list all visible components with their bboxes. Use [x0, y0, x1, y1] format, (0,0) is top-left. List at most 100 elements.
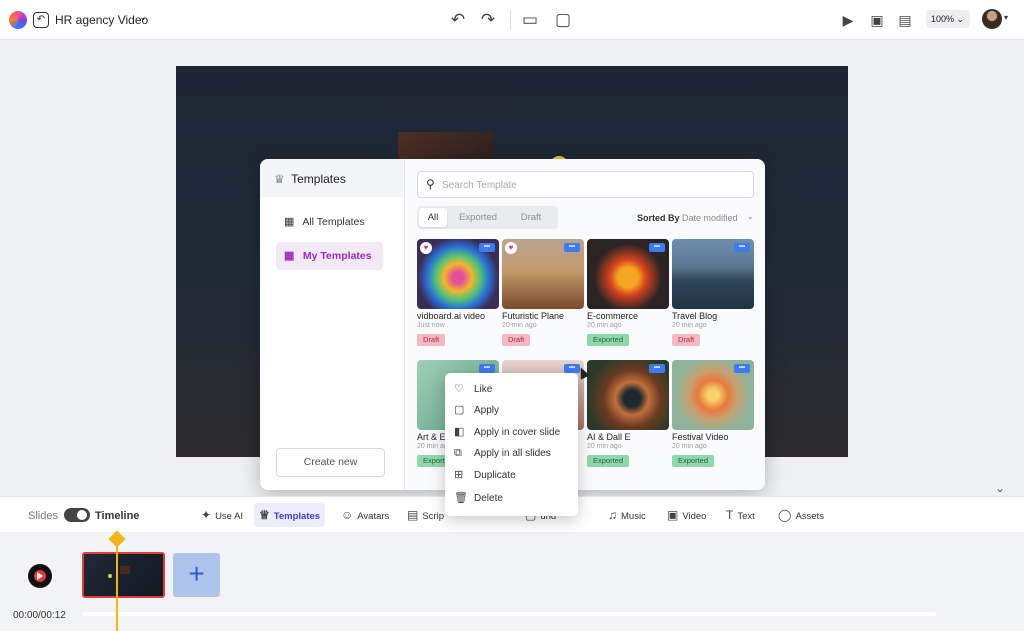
heart-outline-icon: ♡ — [454, 383, 464, 395]
create-new-button[interactable]: Create new — [276, 448, 385, 477]
template-card[interactable]: ♥ ••• Futuristic Plane 20 min ago Draft — [502, 239, 584, 347]
crown-icon: ♕ — [274, 172, 285, 186]
template-card[interactable]: ••• AI & Dall E 20 min ago Exported — [587, 360, 669, 468]
template-thumbnail[interactable]: ♥ ••• — [502, 239, 584, 309]
assets-icon: ◯ — [778, 508, 792, 522]
timeline-scrubber[interactable] — [82, 612, 936, 616]
tool-music[interactable]: ♫ Music — [603, 503, 651, 527]
search-box[interactable]: ⚲ — [417, 171, 754, 198]
more-options-icon[interactable]: ••• — [734, 243, 750, 252]
tool-templates[interactable]: ♕ Templates — [254, 503, 326, 527]
search-icon: ⚲ — [426, 177, 435, 191]
tab-exported[interactable]: Exported — [451, 208, 505, 227]
all-slides-icon: ⧉ — [454, 447, 462, 459]
timeline-clip[interactable] — [82, 552, 165, 598]
more-options-icon[interactable]: ••• — [649, 364, 665, 373]
top-bar: ↶ HR agency Video ⌄ ↶ ↷ ▭ ▢ ▶ ▣ ▤ 100% ⌄… — [0, 0, 1024, 40]
time-display: 00:00/00:12 — [13, 610, 66, 621]
template-card[interactable]: ♥ ••• vidboard.ai video Just now Draft — [417, 239, 499, 347]
tool-avatars[interactable]: ☺ Avatars — [336, 503, 394, 527]
render-icon[interactable]: ▣ — [867, 10, 887, 30]
template-card[interactable]: ••• Travel Blog 20 min ago Draft — [672, 239, 754, 347]
template-card[interactable]: ••• E-commerce 20 min ago Exported — [587, 239, 669, 347]
menu-item-duplicate[interactable]: ⊞ Duplicate — [454, 465, 516, 485]
template-context-menu: ♡ Like ▢ Apply ◧ Apply in cover slide ⧉ Appl… — [445, 373, 578, 516]
avatar[interactable] — [982, 9, 1002, 29]
project-title[interactable]: HR agency Video — [55, 13, 148, 27]
chevron-down-icon[interactable]: ⌄ — [139, 12, 147, 23]
heart-icon[interactable]: ♥ — [505, 242, 517, 254]
more-options-icon[interactable]: ••• — [479, 364, 495, 373]
modal-header: ♕ Templates — [260, 159, 404, 197]
chevron-down-icon[interactable]: ⌄ — [988, 478, 1012, 498]
side-item-my-templates[interactable]: ▦ My Templates — [276, 242, 383, 270]
search-input[interactable] — [442, 177, 742, 193]
zoom-select[interactable]: 100% ⌄ — [926, 10, 970, 28]
tool-use-ai[interactable]: ✦ Use AI — [196, 503, 248, 527]
template-thumbnail[interactable]: ••• — [587, 239, 669, 309]
script-icon: ▤ — [407, 508, 419, 522]
divider — [510, 10, 511, 30]
cover-slide-icon: ◧ — [454, 426, 465, 438]
crown-icon: ♕ — [259, 508, 270, 522]
more-options-icon[interactable]: ••• — [564, 243, 580, 252]
more-options-icon[interactable]: ••• — [734, 364, 750, 373]
preview-play-icon[interactable]: ▶ — [838, 10, 858, 30]
video-icon: ▣ — [667, 508, 679, 522]
sparkle-icon: ✦ — [201, 508, 212, 522]
template-thumbnail[interactable]: ••• — [672, 239, 754, 309]
redo-icon[interactable]: ↷ — [478, 10, 498, 30]
music-icon: ♫ — [608, 508, 617, 522]
view-toggle[interactable] — [64, 508, 90, 522]
menu-item-delete[interactable]: 🗑 Delete — [454, 488, 503, 508]
more-options-icon[interactable]: ••• — [479, 243, 495, 252]
template-thumbnail[interactable]: ♥ ••• — [417, 239, 499, 309]
timeline-label[interactable]: Timeline — [95, 510, 139, 522]
grid-icon: ▦ — [284, 216, 295, 228]
status-badge: Draft — [502, 334, 531, 346]
my-templates-icon: ▦ — [284, 250, 295, 262]
play-icon[interactable] — [37, 572, 43, 580]
clip-thumbnail-object — [120, 566, 130, 574]
desktop-view-icon[interactable]: ▭ — [520, 10, 540, 30]
template-card[interactable]: ••• Festival Video 20 min ago Exported — [672, 360, 754, 468]
templates-sidebar: ♕ Templates ▦ All Templates ▦ My Templat… — [260, 159, 405, 490]
sorted-by-label: Sorted By — [637, 213, 680, 223]
menu-item-apply-all[interactable]: ⧉ Apply in all slides — [454, 443, 551, 463]
menu-item-like[interactable]: ♡ Like — [454, 379, 492, 399]
status-badge: Draft — [417, 334, 446, 346]
status-badge: Draft — [672, 334, 701, 346]
clip-thumbnail-object — [108, 574, 112, 578]
template-thumbnail[interactable]: ••• — [672, 360, 754, 430]
square-view-icon[interactable]: ▢ — [553, 10, 573, 30]
template-thumbnail[interactable]: ••• — [587, 360, 669, 430]
app-logo[interactable] — [9, 11, 27, 29]
status-badge: Exported — [587, 334, 630, 346]
avatars-icon: ☺ — [341, 508, 354, 522]
filter-tabs: All Exported Draft — [417, 206, 558, 229]
trash-icon: 🗑 — [454, 492, 468, 504]
menu-item-apply[interactable]: ▢ Apply — [454, 400, 499, 420]
tool-text[interactable]: T Text — [721, 503, 760, 527]
tool-assets[interactable]: ◯ Assets — [773, 503, 829, 527]
duplicate-icon: ⊞ — [454, 469, 464, 481]
sort-select[interactable]: Date modified — [682, 213, 738, 223]
tab-all[interactable]: All — [419, 208, 447, 227]
text-icon: T — [726, 508, 734, 522]
back-icon[interactable]: ↶ — [33, 12, 49, 28]
undo-icon[interactable]: ↶ — [448, 10, 468, 30]
heart-icon[interactable]: ♥ — [420, 242, 432, 254]
chevron-down-icon[interactable]: ⌄ — [747, 212, 754, 221]
tool-script[interactable]: ▤ Scrip — [402, 503, 449, 527]
tool-video[interactable]: ▣ Video — [662, 503, 711, 527]
status-badge: Exported — [587, 455, 630, 467]
more-options-icon[interactable]: ••• — [649, 243, 665, 252]
menu-item-apply-cover[interactable]: ◧ Apply in cover slide — [454, 422, 560, 442]
slides-label[interactable]: Slides — [28, 510, 58, 522]
side-item-all-templates[interactable]: ▦ All Templates — [276, 208, 383, 236]
save-icon[interactable]: ▤ — [895, 10, 915, 30]
status-badge: Exported — [672, 455, 715, 467]
add-slide-button[interactable]: + — [173, 553, 220, 597]
tab-draft[interactable]: Draft — [509, 208, 553, 227]
chevron-down-icon[interactable]: ▾ — [1004, 13, 1008, 22]
